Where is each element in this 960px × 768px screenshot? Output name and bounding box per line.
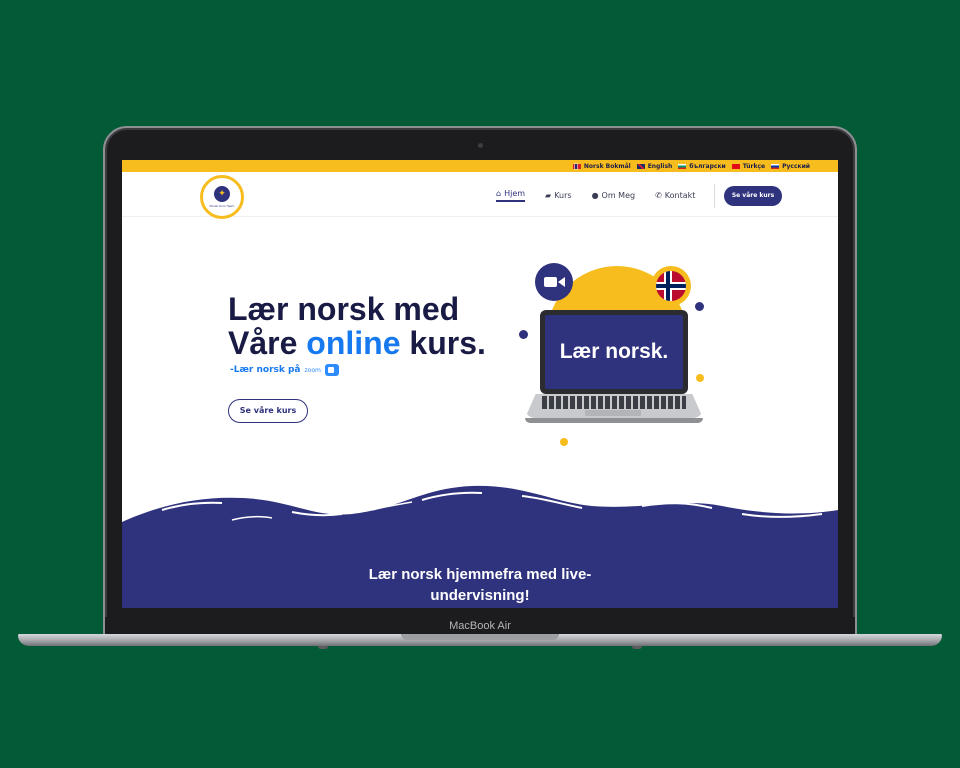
- main-nav: ⌂ Hjem ▰ Kurs ● Om Meg ✆ Kontakt: [496, 189, 695, 202]
- language-option-english[interactable]: English: [636, 162, 673, 170]
- nav-label: Hjem: [504, 189, 526, 198]
- decor-dot: [695, 302, 704, 311]
- decor-dot: [560, 438, 568, 446]
- nav-item-hjem[interactable]: ⌂ Hjem: [496, 189, 526, 202]
- language-option-turkish[interactable]: Türkçe: [731, 162, 766, 170]
- nav-label: Kurs: [554, 191, 572, 200]
- decor-dot: [696, 374, 704, 382]
- language-label: English: [647, 162, 673, 170]
- hero-title: Lær norsk med Våre online kurs.: [228, 292, 486, 360]
- phone-icon: ✆: [655, 191, 662, 200]
- norway-flag-badge-icon: [651, 266, 691, 306]
- section-heading-line2: undervisning!: [430, 587, 530, 604]
- hero-subtitle: -Lær norsk på zoom: [230, 364, 339, 376]
- hero-title-accent: online: [306, 325, 401, 361]
- language-option-norsk[interactable]: Norsk Bokmål: [572, 162, 631, 170]
- header-cta-button[interactable]: Se våre kurs: [724, 186, 782, 206]
- site-logo[interactable]: ✦ Norsk Kurs Hjem: [200, 175, 244, 219]
- hero-courses-button[interactable]: Se våre kurs: [228, 399, 308, 423]
- hero-title-line1: Lær norsk med: [228, 291, 460, 327]
- laptop-illustration: Lær norsk.: [540, 310, 688, 394]
- video-camera-icon: [535, 263, 573, 301]
- turkey-flag-icon: [731, 163, 740, 169]
- nav-item-om-meg[interactable]: ● Om Meg: [592, 189, 636, 202]
- device-model-label: MacBook Air: [449, 620, 511, 632]
- laptop-illustration-lip: [525, 418, 703, 423]
- site-header: ✦ Norsk Kurs Hjem ⌂ Hjem ▰ Kurs ● Om Meg…: [122, 172, 838, 219]
- hero-title-pre: Våre: [228, 325, 307, 361]
- uk-flag-icon: [636, 163, 645, 169]
- language-label: български: [689, 162, 726, 170]
- language-label: Norsk Bokmål: [583, 162, 631, 170]
- decor-dot: [519, 330, 528, 339]
- russia-flag-icon: [771, 163, 780, 169]
- home-icon: ⌂: [496, 189, 502, 198]
- section-heading: Lær norsk hjemmefra med live- undervisni…: [122, 564, 838, 606]
- laptop-foot: [632, 646, 642, 649]
- hero-title-line2: Våre online kurs.: [228, 326, 486, 360]
- nav-divider: [714, 184, 715, 208]
- graduation-cap-icon: ▰: [545, 191, 552, 200]
- browser-screen: Norsk Bokmål English български Türkçe Ру…: [122, 160, 838, 608]
- section-heading-line1: Lær norsk hjemmefra med live-: [368, 566, 592, 583]
- illustration-screen-text: Lær norsk.: [545, 315, 683, 389]
- zoom-wordmark: zoom: [304, 366, 321, 374]
- hero-subtitle-text: -Lær norsk på: [230, 365, 301, 375]
- bulgaria-flag-icon: [678, 163, 687, 169]
- norway-flag-icon: [572, 163, 581, 169]
- hero-title-post: kurs.: [400, 325, 486, 361]
- laptop-foot: [318, 646, 328, 649]
- language-label: Русский: [782, 162, 810, 170]
- language-option-bulgarian[interactable]: български: [678, 162, 726, 170]
- nav-label: Kontakt: [664, 191, 696, 200]
- user-icon: ●: [591, 191, 599, 200]
- nav-item-kontakt[interactable]: ✆ Kontakt: [655, 189, 695, 202]
- zoom-camera-icon: [324, 364, 339, 376]
- logo-emblem-icon: ✦: [214, 186, 230, 202]
- laptop-illustration-trackpad: [585, 410, 641, 416]
- language-label: Türkçe: [742, 162, 766, 170]
- language-bar: Norsk Bokmål English български Türkçe Ру…: [122, 160, 838, 172]
- nav-label: Om Meg: [601, 191, 636, 200]
- laptop-illustration-keyboard: [542, 396, 686, 409]
- logo-text: Norsk Kurs Hjem: [209, 204, 235, 208]
- nav-item-kurs[interactable]: ▰ Kurs: [545, 189, 572, 202]
- laptop-notch: [401, 634, 559, 640]
- language-option-russian[interactable]: Русский: [771, 163, 810, 170]
- webcam: [478, 143, 483, 148]
